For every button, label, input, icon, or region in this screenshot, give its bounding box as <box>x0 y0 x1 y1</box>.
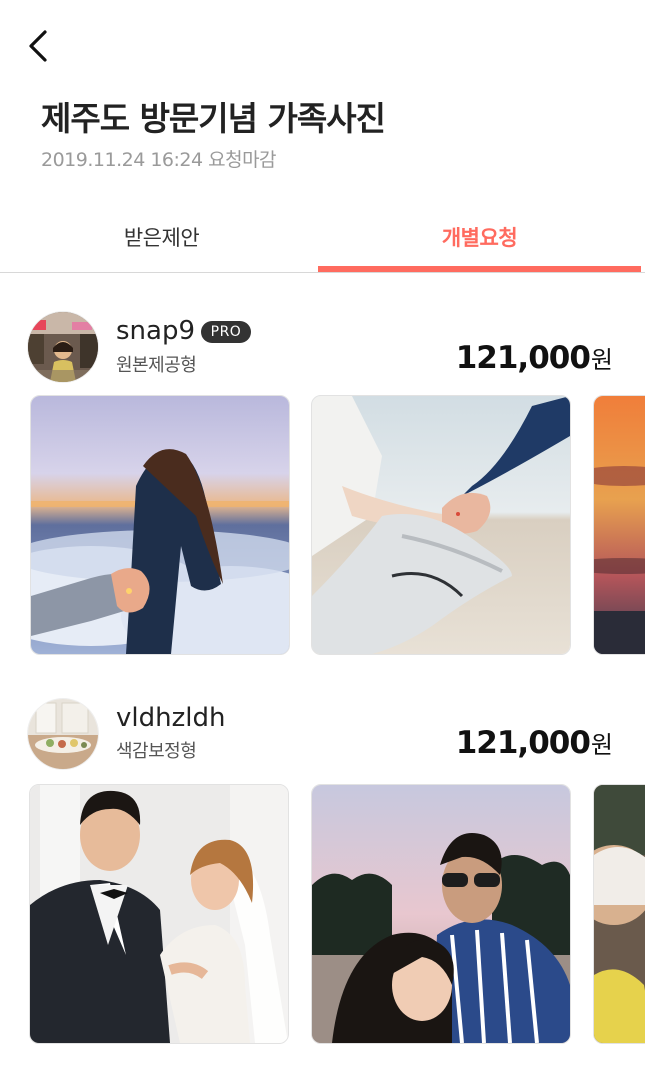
portfolio-photo[interactable] <box>311 395 571 655</box>
price-amount: 121,000 <box>455 340 591 376</box>
portfolio-photo[interactable] <box>29 784 289 1044</box>
back-button[interactable] <box>20 26 60 66</box>
tab-received-offers[interactable]: 받은제안 <box>0 202 323 272</box>
photographer-name[interactable]: snap9 <box>116 316 195 346</box>
offer-price: 121,000원 <box>455 340 613 376</box>
photographer-name[interactable]: vldhzldh <box>116 703 225 733</box>
offer-type: 색감보정형 <box>116 741 197 762</box>
avatar[interactable] <box>28 699 98 769</box>
price-currency: 원 <box>590 731 613 759</box>
chevron-left-icon <box>29 30 47 62</box>
offer-type: 원본제공형 <box>116 355 197 376</box>
portfolio-photo[interactable] <box>593 784 645 1044</box>
tab-individual-requests[interactable]: 개별요청 <box>318 202 641 272</box>
offer-list-screen: 제주도 방문기념 가족사진 2019.11.24 16:24 요청마감 받은제안… <box>0 0 645 1075</box>
request-deadline: 2019.11.24 16:24 요청마감 <box>41 149 277 171</box>
offer-card[interactable]: snap9 PRO 원본제공형 121,000원 <box>0 300 645 670</box>
tab-bar: 받은제안 개별요청 <box>0 202 645 273</box>
portfolio-photo[interactable] <box>311 784 571 1044</box>
price-amount: 121,000 <box>455 725 591 761</box>
offer-price: 121,000원 <box>455 725 613 761</box>
offer-card[interactable]: vldhzldh 색감보정형 121,000원 <box>0 688 645 1068</box>
price-currency: 원 <box>590 346 613 374</box>
avatar[interactable] <box>28 312 98 382</box>
active-tab-indicator <box>318 266 641 272</box>
pro-badge: PRO <box>201 321 251 343</box>
portfolio-photo[interactable] <box>30 395 290 655</box>
portfolio-photo[interactable] <box>593 395 645 655</box>
page-title: 제주도 방문기념 가족사진 <box>41 99 386 138</box>
